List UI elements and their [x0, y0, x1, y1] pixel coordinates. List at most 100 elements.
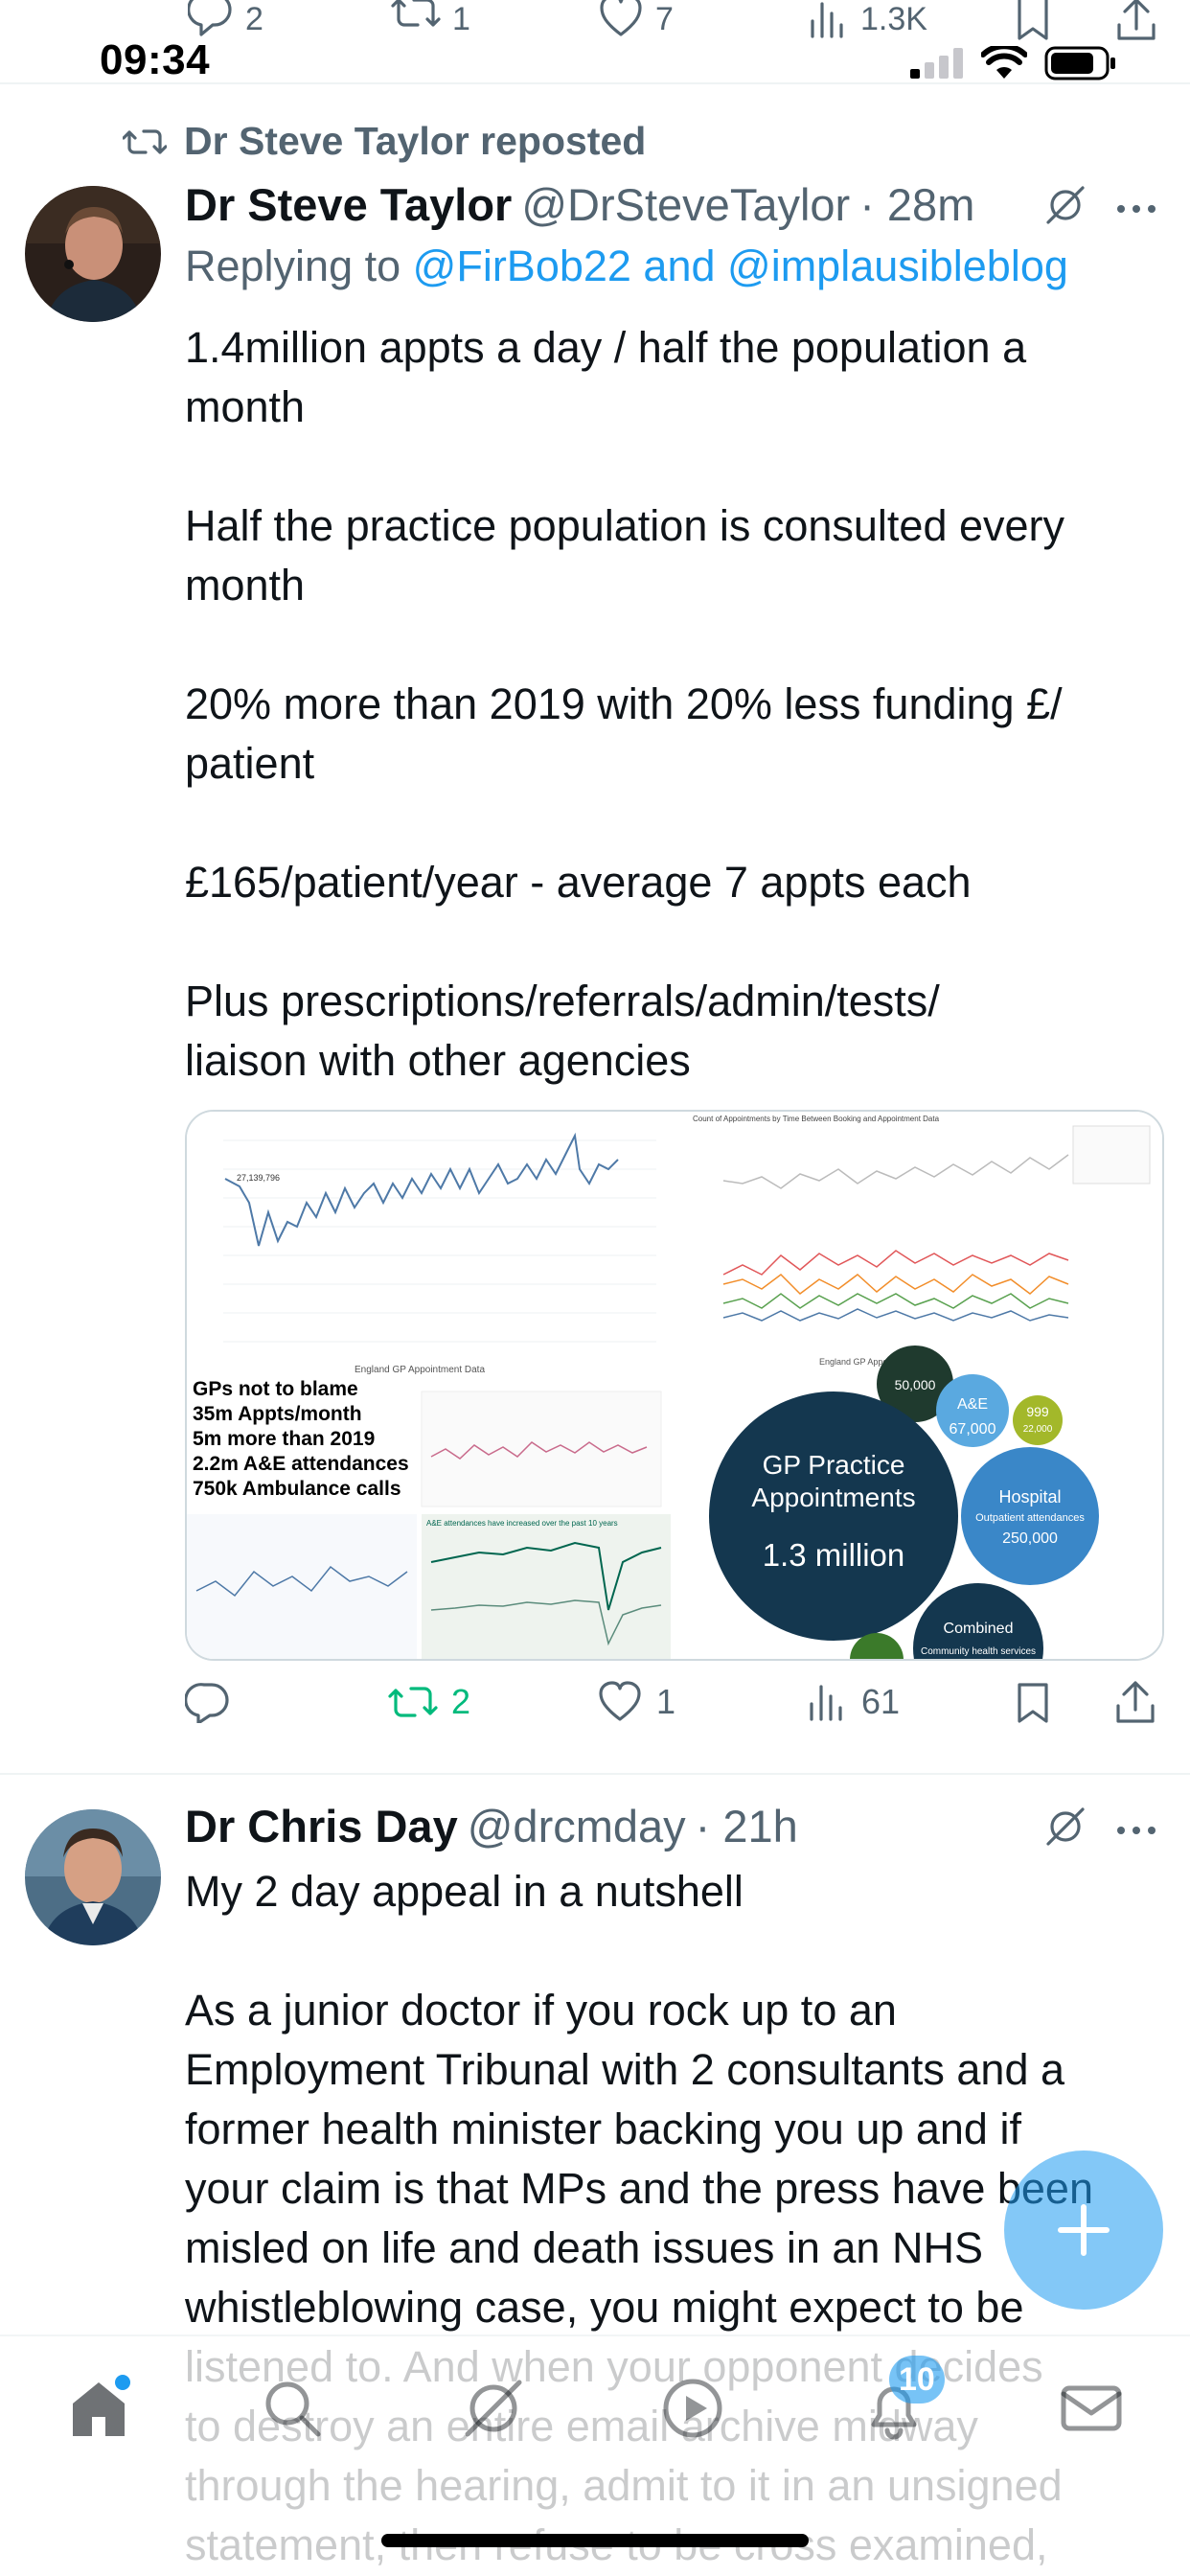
- tweet-media[interactable]: 27,139,796 England GP Appointment Data C…: [185, 1110, 1164, 1661]
- tweet-header: Dr Chris Day @drcmday · 21h: [185, 1800, 798, 1852]
- tweet-time[interactable]: · 21h: [696, 1800, 798, 1852]
- bubble-main-line1: GP Practice: [763, 1450, 905, 1480]
- bubble-999-label: 999: [1026, 1404, 1049, 1419]
- compose-icon: [1058, 2204, 1110, 2256]
- reply-button[interactable]: 2: [188, 0, 263, 38]
- home-icon: [73, 2375, 130, 2436]
- bubble-ae-label: A&E: [957, 1396, 988, 1413]
- author-name[interactable]: Dr Steve Taylor: [185, 178, 512, 231]
- views-icon: [810, 1685, 842, 1721]
- bookmark-button[interactable]: [1014, 1681, 1052, 1723]
- author-handle[interactable]: @DrSteveTaylor: [521, 178, 850, 231]
- tweet-text-line: liaison with other agencies: [185, 1036, 691, 1085]
- reply-icon: [185, 1683, 229, 1723]
- reply-icon: [188, 0, 232, 36]
- repost-button[interactable]: 2: [388, 1681, 470, 1723]
- share-button[interactable]: [1115, 0, 1157, 42]
- avatar-image: [25, 186, 161, 322]
- repost-context-label: Dr Steve Taylor reposted: [184, 119, 647, 163]
- replying-to-mentions[interactable]: @FirBob22 and @implausibleblog: [413, 242, 1068, 290]
- divider: [0, 82, 1190, 84]
- share-button[interactable]: [1114, 1681, 1156, 1723]
- tweet-time[interactable]: · 28m: [859, 178, 974, 231]
- reply-button[interactable]: [185, 1681, 231, 1723]
- notifications-badge: 10: [889, 2356, 945, 2404]
- avatar-image: [25, 1809, 161, 1945]
- like-icon: [600, 0, 642, 36]
- tweet-text-line: As a junior doctor if you rock up to an: [185, 1986, 897, 2035]
- chart2-title: Count of Appointments by Time Between Bo…: [693, 1115, 940, 1123]
- tweet-text-line: [185, 794, 1162, 853]
- tweet-actions: 2 1 61: [185, 1681, 1172, 1738]
- repost-icon: [388, 1687, 438, 1717]
- repost-context[interactable]: Dr Steve Taylor reposted: [123, 119, 646, 164]
- author-name[interactable]: Dr Chris Day: [185, 1800, 458, 1852]
- nav-home[interactable]: [65, 2375, 132, 2442]
- nav-video[interactable]: [659, 2375, 726, 2442]
- previous-tweet-actions: 2 1 7 1.3K: [0, 0, 1190, 40]
- status-time: 09:34: [100, 36, 211, 83]
- like-button[interactable]: 7: [598, 0, 674, 38]
- tweet-text-line: month: [185, 561, 306, 610]
- repost-count: 2: [451, 1682, 471, 1721]
- nav-messages[interactable]: [1058, 2375, 1125, 2442]
- views-icon: [811, 2, 843, 38]
- infographic-line: 2.2m A&E attendances: [193, 1453, 409, 1475]
- like-button[interactable]: 1: [597, 1681, 675, 1723]
- avatar[interactable]: [25, 186, 161, 322]
- repost-icon: [123, 128, 167, 154]
- bubble-main-value: 1.3 million: [763, 1537, 905, 1573]
- bookmark-icon: [1018, 0, 1048, 40]
- repost-button[interactable]: 1: [391, 0, 470, 38]
- more-icon: [1117, 205, 1156, 213]
- tweet-text-line: [185, 437, 1162, 496]
- grok-button[interactable]: [1042, 182, 1088, 228]
- tweet-text: 1.4million appts a day / half the popula…: [185, 318, 1162, 1091]
- views-button[interactable]: 1.3K: [807, 0, 927, 38]
- more-button[interactable]: [1115, 203, 1157, 215]
- nav-search[interactable]: [259, 2375, 326, 2442]
- replying-to: Replying to @FirBob22 and @implausiblebl…: [185, 242, 1068, 291]
- tweet-text-line: 20% more than 2019 with 20% less funding…: [185, 679, 1063, 728]
- grok-icon: [1046, 1807, 1085, 1846]
- share-icon: [1117, 0, 1156, 40]
- bubble-combined-sub: Community health services: [921, 1646, 1036, 1657]
- infographic-line: GPs not to blame: [193, 1378, 358, 1400]
- tweet-text-line: patient: [185, 739, 315, 788]
- author-handle[interactable]: @drcmday: [468, 1800, 686, 1852]
- chart1-footer: England GP Appointment Data: [355, 1365, 485, 1375]
- bubble-hospital-value: 250,000: [1002, 1530, 1058, 1547]
- grok-button[interactable]: [1042, 1804, 1088, 1850]
- tweet-divider: [0, 1773, 1190, 1775]
- nav-grok[interactable]: [460, 2375, 527, 2442]
- tweet-text-line: 1.4million appts a day / half the popula…: [185, 323, 1027, 372]
- grok-nav-icon: [465, 2380, 522, 2437]
- bubble-main-line2: Appointments: [751, 1483, 915, 1512]
- infographic-line: 750k Ambulance calls: [193, 1478, 401, 1500]
- views-button[interactable]: 61: [806, 1681, 900, 1723]
- ae-chart-title: A&E attendances have increased over the …: [426, 1519, 618, 1528]
- tweet-text-line: [185, 912, 1162, 972]
- infographic-line: 5m more than 2019: [193, 1428, 375, 1450]
- search-icon: [265, 2381, 321, 2437]
- bookmark-button[interactable]: [1014, 0, 1052, 42]
- compose-button[interactable]: [1004, 2150, 1163, 2310]
- tweet-text-line: Half the practice population is consulte…: [185, 501, 1065, 550]
- messages-icon: [1061, 2385, 1122, 2431]
- bubble-999-value: 22,000: [1023, 1424, 1053, 1435]
- bubble-hospital-label: Hospital: [998, 1487, 1061, 1506]
- grok-icon: [1046, 186, 1085, 224]
- bubble-combined-label: Combined: [944, 1621, 1014, 1637]
- like-count: 7: [655, 0, 674, 37]
- tweet-text-line: whistleblowing case, you might expect to…: [185, 2283, 1024, 2332]
- like-count: 1: [656, 1682, 676, 1721]
- tweet-text-line: My 2 day appeal in a nutshell: [185, 1867, 744, 1916]
- avatar[interactable]: [25, 1809, 161, 1945]
- tweet-header: Dr Steve Taylor @DrSteveTaylor · 28m: [185, 178, 974, 231]
- tweet-text-line: [185, 1921, 1162, 1981]
- home-indicator: [381, 2534, 809, 2547]
- nav-notifications[interactable]: 10: [860, 2356, 945, 2442]
- bubble-ae-value: 67,000: [950, 1421, 996, 1438]
- more-button[interactable]: [1115, 1825, 1157, 1836]
- tweet-text-line: Employment Tribunal with 2 consultants a…: [185, 2045, 1064, 2094]
